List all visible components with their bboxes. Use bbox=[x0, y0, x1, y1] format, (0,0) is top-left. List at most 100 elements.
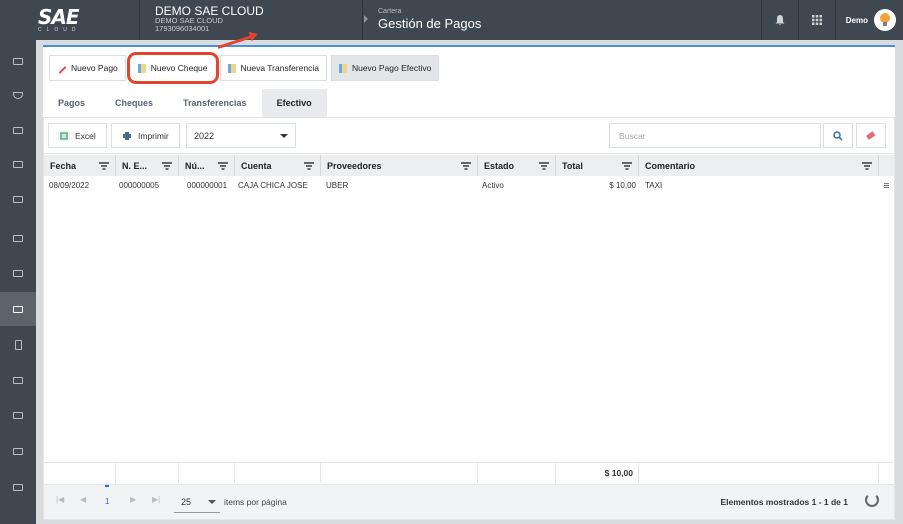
sidebar-item-11[interactable] bbox=[0, 398, 36, 432]
filter-icon[interactable] bbox=[539, 162, 549, 170]
year-select[interactable]: 2022 bbox=[186, 123, 296, 148]
building-icon bbox=[14, 340, 22, 350]
filter-icon[interactable] bbox=[218, 162, 228, 170]
column-label: Nú... bbox=[185, 160, 205, 171]
summary-cell bbox=[116, 463, 179, 483]
summary-row: $ 10,00 bbox=[44, 462, 894, 483]
top-bar: SAE CLOUD DEMO SAE CLOUD DEMO SAE CLOUD … bbox=[0, 0, 903, 40]
graduation-cap-icon bbox=[13, 483, 23, 491]
excel-button[interactable]: Excel bbox=[48, 123, 107, 148]
grid-toolbar: Excel Imprimir 2022 Buscar bbox=[44, 118, 894, 154]
lightbulb-avatar-icon bbox=[880, 13, 890, 26]
document-icon bbox=[137, 63, 146, 73]
summary-cell bbox=[179, 463, 235, 483]
summary-cell bbox=[235, 463, 321, 483]
column-label: Fecha bbox=[50, 160, 77, 171]
app-logo[interactable]: SAE CLOUD bbox=[0, 0, 140, 40]
user-menu[interactable]: Demo bbox=[835, 0, 903, 40]
cart-icon bbox=[13, 126, 23, 134]
list-icon bbox=[13, 234, 23, 242]
printer-icon bbox=[123, 131, 131, 140]
column-header-proveedores[interactable]: Proveedores bbox=[321, 155, 478, 176]
user-name: Demo bbox=[845, 15, 868, 25]
imprimir-button[interactable]: Imprimir bbox=[111, 123, 180, 148]
tab-efectivo[interactable]: Efectivo bbox=[261, 89, 327, 117]
tab-transferencias[interactable]: Transferencias bbox=[168, 89, 262, 117]
column-header-comentario[interactable]: Comentario bbox=[639, 155, 879, 176]
sidebar-item-2[interactable] bbox=[0, 78, 36, 112]
sidebar-item-12[interactable] bbox=[0, 434, 36, 468]
column-header-fecha[interactable]: Fecha bbox=[44, 155, 116, 176]
cell-total: $ 10,00 bbox=[609, 180, 636, 190]
items-shown-label: Elementos mostrados 1 - 1 de 1 bbox=[720, 497, 848, 507]
tab-cheques[interactable]: Cheques bbox=[100, 89, 168, 117]
filter-icon[interactable] bbox=[622, 162, 632, 170]
sidebar bbox=[0, 40, 36, 524]
caret-right-icon bbox=[364, 15, 368, 23]
filter-icon[interactable] bbox=[304, 162, 314, 170]
shield-icon bbox=[13, 91, 23, 99]
sidebar-item-7[interactable] bbox=[0, 256, 36, 290]
sidebar-item-4[interactable] bbox=[0, 147, 36, 181]
sidebar-item-6[interactable] bbox=[0, 221, 36, 255]
column-header-total[interactable]: Total bbox=[556, 155, 639, 176]
clear-button[interactable] bbox=[856, 123, 886, 148]
summary-total: $ 10,00 bbox=[556, 463, 639, 483]
nueva-transferencia-button[interactable]: Nueva Transferencia bbox=[219, 55, 327, 81]
column-header-cuenta[interactable]: Cuenta bbox=[235, 155, 321, 176]
page-number-button[interactable]: 1 bbox=[105, 485, 110, 506]
hamburger-menu-icon bbox=[884, 182, 889, 188]
column-header-nu[interactable]: Nú... bbox=[179, 155, 235, 176]
sidebar-item-5[interactable] bbox=[0, 182, 36, 216]
summary-cell bbox=[44, 463, 116, 483]
year-value: 2022 bbox=[194, 130, 215, 141]
filter-icon[interactable] bbox=[461, 162, 471, 170]
apps-button[interactable] bbox=[798, 0, 835, 40]
sidebar-item-3[interactable] bbox=[0, 113, 36, 147]
document-icon bbox=[227, 63, 236, 73]
filter-icon[interactable] bbox=[99, 162, 109, 170]
imprimir-label: Imprimir bbox=[138, 130, 169, 141]
tab-pagos[interactable]: Pagos bbox=[43, 89, 100, 117]
page-size-label: items por página bbox=[224, 497, 287, 507]
nuevo-cheque-label: Nuevo Cheque bbox=[150, 63, 208, 73]
row-menu-button[interactable] bbox=[879, 176, 894, 194]
notifications-button[interactable] bbox=[761, 0, 798, 40]
filter-icon[interactable] bbox=[862, 162, 872, 170]
nuevo-cheque-button[interactable]: Nuevo Cheque bbox=[129, 55, 216, 81]
tab-bar: Pagos Cheques Transferencias Efectivo bbox=[43, 89, 327, 117]
summary-cell bbox=[478, 463, 556, 483]
excel-label: Excel bbox=[75, 130, 96, 141]
search-placeholder: Buscar bbox=[619, 130, 646, 141]
graduation-cap-icon bbox=[13, 447, 23, 455]
table-row[interactable]: 08/09/2022 000000005 000000001 CAJA CHIC… bbox=[44, 176, 894, 194]
menu-icon bbox=[13, 57, 23, 65]
filter-icon[interactable] bbox=[162, 162, 172, 170]
column-header-ne[interactable]: N. E... bbox=[116, 155, 179, 176]
sidebar-item-9[interactable] bbox=[0, 328, 36, 362]
sidebar-item-10[interactable] bbox=[0, 363, 36, 397]
next-page-icon[interactable]: ▶ bbox=[130, 495, 136, 504]
last-page-icon[interactable]: ▶| bbox=[152, 495, 160, 504]
wand-icon bbox=[57, 64, 66, 73]
column-label: Cuenta bbox=[241, 160, 272, 171]
prev-page-icon[interactable]: ◀ bbox=[80, 495, 86, 504]
sidebar-item-13[interactable] bbox=[0, 470, 36, 504]
nuevo-pago-efectivo-button[interactable]: Nuevo Pago Efectivo bbox=[330, 55, 440, 81]
refresh-icon[interactable] bbox=[865, 493, 879, 507]
logo-subtext: CLOUD bbox=[38, 26, 81, 33]
briefcase-icon bbox=[13, 305, 23, 313]
page-title: Gestión de Pagos bbox=[378, 16, 482, 31]
sidebar-item-1[interactable] bbox=[0, 44, 36, 78]
search-button[interactable] bbox=[823, 123, 853, 148]
page-size-select[interactable]: 25 bbox=[174, 491, 220, 513]
first-page-icon[interactable]: |◀ bbox=[56, 495, 64, 504]
list-alt-icon bbox=[13, 269, 23, 277]
sidebar-item-cartera[interactable] bbox=[0, 292, 36, 326]
search-input[interactable]: Buscar bbox=[609, 123, 821, 148]
book-icon bbox=[13, 195, 23, 203]
nuevo-pago-label: Nuevo Pago bbox=[71, 63, 118, 73]
column-header-estado[interactable]: Estado bbox=[478, 155, 556, 176]
company-ruc: 1793096034001 bbox=[155, 24, 210, 33]
nuevo-pago-button[interactable]: Nuevo Pago bbox=[49, 55, 126, 81]
